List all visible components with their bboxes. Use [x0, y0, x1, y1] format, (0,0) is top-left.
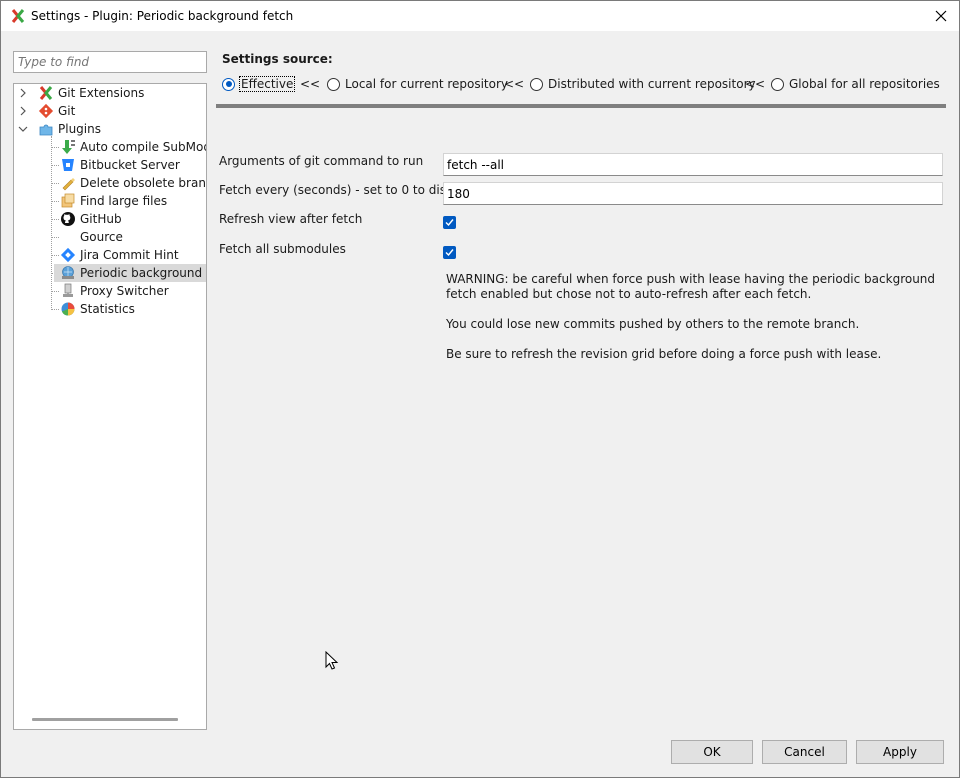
close-icon: [935, 10, 947, 22]
delete-branches-icon: [62, 178, 75, 191]
refresh-label: Refresh view after fetch: [219, 212, 363, 226]
tree-item-periodic-background-fetch[interactable]: Periodic background fet: [54, 264, 206, 282]
tree-item-label: Find large files: [80, 194, 168, 208]
radio-label: Effective: [238, 76, 296, 92]
mouse-cursor-icon: [325, 651, 339, 670]
warning-text: WARNING: be careful when force push with…: [446, 272, 936, 301]
tree-connector: [51, 255, 59, 256]
auto-compile-icon: [62, 140, 75, 154]
tree-connector: [51, 136, 52, 310]
settings-tree[interactable]: Git Extensions Git Plugins Auto compile …: [13, 83, 207, 730]
git-extensions-icon: [39, 86, 53, 100]
radio-button[interactable]: [771, 77, 784, 91]
statistics-icon: [61, 302, 75, 316]
source-separator: <<: [504, 77, 525, 91]
tree-item-label: Statistics: [80, 302, 135, 316]
tree-connector: [51, 291, 59, 292]
interval-input[interactable]: [443, 182, 943, 205]
radio-global[interactable]: Global for all repositories: [771, 75, 940, 93]
source-separator: <<: [300, 77, 321, 91]
find-large-files-icon: [61, 193, 75, 208]
radio-button[interactable]: [327, 77, 340, 91]
warning-refresh-grid: Be sure to refresh the revision grid bef…: [446, 347, 882, 361]
gource-icon: [60, 229, 76, 245]
tree-connector: [51, 183, 59, 184]
tree-item-auto-compile-submodules[interactable]: Auto compile SubModu: [60, 138, 207, 156]
git-icon: [38, 103, 54, 119]
proxy-switcher-icon: [63, 283, 73, 297]
tree-item-label: Gource: [80, 230, 123, 244]
tree-item-label: Plugins: [58, 122, 101, 136]
tree-item-github[interactable]: GitHub: [60, 210, 122, 228]
chevron-right-icon[interactable]: [18, 106, 28, 116]
apply-button[interactable]: Apply: [856, 740, 944, 764]
radio-button[interactable]: [530, 77, 543, 91]
radio-button[interactable]: [222, 77, 235, 91]
radio-label: Local for current repository: [345, 77, 509, 91]
radio-label: Distributed with current repository: [548, 77, 756, 91]
tree-item-jira-commit-hint[interactable]: Jira Commit Hint: [60, 246, 179, 264]
plugins-icon: [39, 124, 53, 136]
radio-effective[interactable]: Effective: [222, 75, 296, 93]
tree-connector: [51, 147, 59, 148]
bitbucket-icon: [62, 159, 74, 171]
radio-distributed[interactable]: Distributed with current repository: [530, 75, 756, 93]
tree-item-label: Git: [58, 104, 76, 118]
tree-connector: [51, 237, 59, 238]
tree-horizontal-scrollbar[interactable]: [32, 718, 178, 721]
radio-label: Global for all repositories: [789, 77, 940, 91]
git-extensions-app-icon: [11, 9, 25, 23]
tree-connector: [51, 309, 59, 310]
tree-item-label: Proxy Switcher: [80, 284, 169, 298]
chevron-right-icon[interactable]: [18, 88, 28, 98]
section-divider: [216, 104, 946, 108]
arguments-label: Arguments of git command to run: [219, 154, 424, 168]
checkmark-icon: [445, 249, 454, 257]
chevron-down-icon[interactable]: [18, 124, 28, 134]
tree-item-label: Auto compile SubModu: [80, 140, 207, 154]
tree-connector: [51, 165, 59, 166]
tree-item-proxy-switcher[interactable]: Proxy Switcher: [60, 282, 169, 300]
tree-item-label: Periodic background fet: [80, 266, 206, 280]
tree-item-find-large-files[interactable]: Find large files: [60, 192, 167, 210]
warning-lose-commits: You could lose new commits pushed by oth…: [446, 317, 860, 331]
interval-label: Fetch every (seconds) - set to 0 to disa…: [219, 183, 472, 197]
ok-button[interactable]: OK: [671, 740, 753, 764]
radio-local[interactable]: Local for current repository: [327, 75, 508, 93]
github-icon: [61, 212, 75, 226]
tree-item-git-extensions[interactable]: Git Extensions: [18, 84, 144, 102]
close-button[interactable]: [929, 4, 953, 28]
tree-item-label: GitHub: [80, 212, 122, 226]
submodules-label: Fetch all submodules: [219, 242, 346, 256]
tree-item-label: Bitbucket Server: [80, 158, 180, 172]
tree-connector: [51, 201, 59, 202]
tree-item-label: Git Extensions: [58, 86, 145, 100]
cancel-button[interactable]: Cancel: [762, 740, 847, 764]
tree-item-label: Delete obsolete branche: [80, 176, 206, 190]
submodules-checkbox[interactable]: [443, 246, 456, 259]
periodic-fetch-icon: [62, 266, 74, 279]
tree-item-gource[interactable]: Gource: [60, 228, 123, 246]
refresh-checkbox[interactable]: [443, 216, 456, 229]
settings-window: Settings - Plugin: Periodic background f…: [0, 0, 960, 778]
jira-icon: [60, 247, 76, 263]
source-separator: <<: [745, 77, 766, 91]
checkmark-icon: [445, 219, 454, 227]
title-bar[interactable]: Settings - Plugin: Periodic background f…: [1, 1, 959, 31]
tree-item-delete-obsolete-branches[interactable]: Delete obsolete branche: [60, 174, 206, 192]
settings-source-heading: Settings source:: [222, 52, 333, 66]
tree-item-git[interactable]: Git: [18, 102, 75, 120]
window-title: Settings - Plugin: Periodic background f…: [31, 9, 294, 23]
search-input[interactable]: [13, 51, 207, 73]
tree-item-label: Jira Commit Hint: [80, 248, 179, 262]
tree-item-statistics[interactable]: Statistics: [60, 300, 135, 318]
arguments-input[interactable]: [443, 153, 943, 176]
tree-item-bitbucket-server[interactable]: Bitbucket Server: [60, 156, 180, 174]
tree-connector: [51, 219, 59, 220]
tree-item-plugins[interactable]: Plugins: [18, 120, 101, 138]
